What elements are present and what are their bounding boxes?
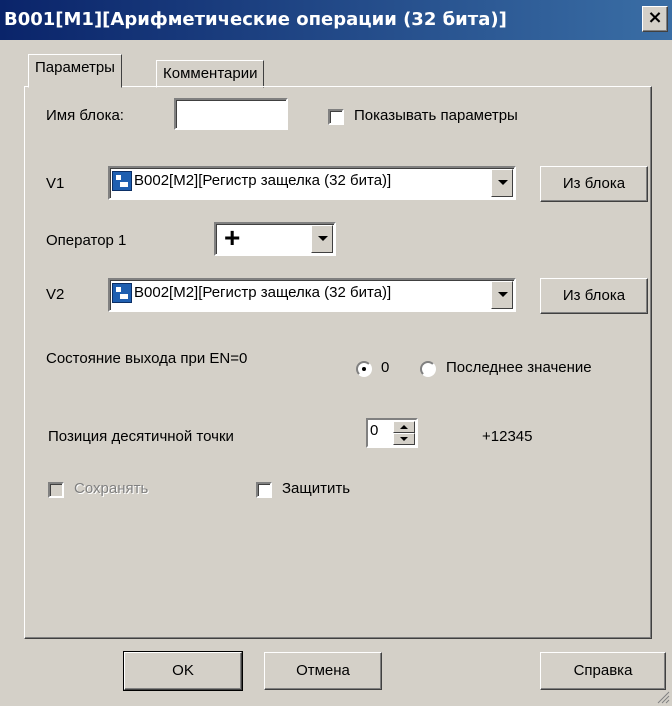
help-label: Справка [573,662,633,679]
tab-comments[interactable]: Комментарии [156,60,265,88]
dialog-window: B001[M1][Арифметические операции (32 бит… [0,0,672,706]
ok-button[interactable]: OK [123,651,243,691]
resize-grip-icon[interactable] [656,690,670,704]
parameters-panel [24,86,652,639]
tab-parameters-label: Параметры [35,59,115,76]
close-button[interactable]: × [642,6,668,32]
ok-label: OK [172,662,194,679]
help-button[interactable]: Справка [540,652,666,690]
close-icon: × [647,7,663,28]
cancel-label: Отмена [296,662,350,679]
tab-parameters[interactable]: Параметры [28,54,122,88]
cancel-button[interactable]: Отмена [264,652,382,690]
tab-comments-label: Комментарии [163,65,258,82]
window-title: B001[M1][Арифметические операции (32 бит… [4,9,507,30]
title-bar[interactable]: B001[M1][Арифметические операции (32 бит… [0,0,672,40]
